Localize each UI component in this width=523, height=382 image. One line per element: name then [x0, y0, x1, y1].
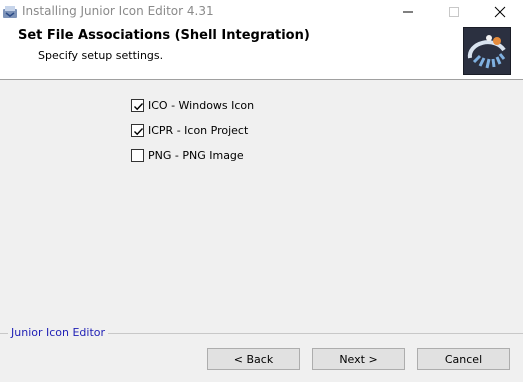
installer-app-icon — [2, 4, 18, 20]
ico-label: ICO - Windows Icon — [148, 99, 255, 112]
png-checkbox[interactable] — [131, 149, 144, 162]
page-subtitle: Specify setup settings. — [38, 49, 164, 62]
title-bar[interactable]: Installing Junior Icon Editor 4.31 — [0, 0, 523, 24]
association-option-png[interactable]: PNG - PNG Image — [131, 143, 431, 168]
cancel-button[interactable]: Cancel — [417, 348, 510, 370]
association-option-icpr[interactable]: ICPR - Icon Project — [131, 118, 431, 143]
installer-window: Installing Junior Icon Editor 4.31 Set F… — [0, 0, 523, 382]
brand-label: Junior Icon Editor — [8, 326, 109, 339]
close-button[interactable] — [477, 0, 523, 24]
checkmark-icon — [134, 103, 144, 111]
page-title: Set File Associations (Shell Integration… — [18, 28, 310, 43]
minimize-icon — [403, 11, 413, 13]
next-button[interactable]: Next > — [312, 348, 405, 370]
association-list: ICO - Windows Icon ICPR - Icon Project P… — [131, 93, 431, 168]
window-title: Installing Junior Icon Editor 4.31 — [22, 4, 214, 18]
header-divider — [0, 79, 523, 80]
product-logo-icon — [463, 27, 511, 75]
png-label: PNG - PNG Image — [148, 149, 244, 162]
ico-checkbox[interactable] — [131, 99, 144, 112]
checkmark-icon — [134, 128, 144, 136]
icpr-checkbox[interactable] — [131, 124, 144, 137]
wizard-header: Set File Associations (Shell Integration… — [0, 24, 523, 79]
back-button[interactable]: < Back — [207, 348, 300, 370]
maximize-icon — [449, 7, 459, 17]
icpr-label: ICPR - Icon Project — [148, 124, 249, 137]
minimize-button[interactable] — [385, 0, 431, 24]
association-option-ico[interactable]: ICO - Windows Icon — [131, 93, 431, 118]
maximize-button — [431, 0, 477, 24]
close-icon — [494, 6, 506, 18]
